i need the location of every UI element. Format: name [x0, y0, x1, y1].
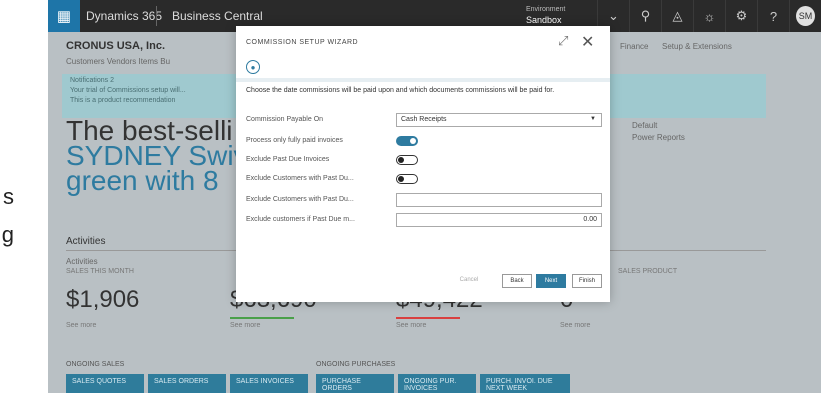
field-label: Commission Payable On	[246, 116, 324, 123]
dialog-title: COMMISSION SETUP WIZARD	[246, 39, 359, 46]
check-item[interactable]: Default	[632, 120, 685, 132]
tile-value[interactable]: $1,906	[66, 286, 139, 314]
cue-sales-invoices[interactable]: SALES INVOICES	[230, 374, 308, 393]
commission-payable-on-select[interactable]: Cash Receipts ▼	[396, 113, 602, 127]
back-button[interactable]: Back	[502, 274, 532, 288]
document-fragment: s g	[0, 0, 50, 393]
exclude-customers-past-due-toggle[interactable]	[396, 174, 418, 184]
business-central-window: ▦ Dynamics 365 Business Central Environm…	[48, 0, 821, 393]
nav-setup-extensions[interactable]: Setup & Extensions	[662, 42, 732, 51]
tile-label: SALES THIS MONTH	[66, 268, 134, 275]
search-icon[interactable]: ⚲	[629, 0, 661, 32]
next-button[interactable]: Next	[536, 274, 566, 288]
top-actions: ⌄ ⚲ ◬ ☼ ⚙ ? SM	[597, 0, 821, 32]
field-exclude-customers-past-due-input: Exclude Customers with Past Du...	[246, 193, 602, 207]
headline: The best-selli SYDNEY Swiv green with 8	[66, 117, 248, 196]
check-item[interactable]: Power Reports	[632, 132, 685, 144]
bell-icon[interactable]: ◬	[661, 0, 693, 32]
close-icon[interactable]: ✕	[581, 32, 594, 52]
dialog-buttons: Cancel Back Next Finish	[236, 274, 610, 288]
select-value: Cash Receipts	[401, 116, 447, 123]
cue-sales-orders[interactable]: SALES ORDERS	[148, 374, 226, 393]
ongoing-purchases-label: ONGOING PURCHASES	[316, 361, 396, 368]
commission-setup-wizard-dialog: COMMISSION SETUP WIZARD ⤢ ✕ ● Choose the…	[236, 26, 610, 302]
field-label: Process only fully paid invoices	[246, 137, 343, 144]
tile-status-bar	[230, 317, 294, 319]
lightbulb-icon: ●	[246, 60, 260, 74]
field-commission-payable-on: Commission Payable On Cash Receipts ▼	[246, 113, 602, 127]
cue-purchase-orders[interactable]: PURCHASE ORDERS	[316, 374, 394, 393]
expand-icon[interactable]: ⤢	[558, 33, 568, 49]
cue-ongoing-purchase-invoices[interactable]: ONGOING PUR. INVOICES	[398, 374, 476, 393]
field-label: Exclude Customers with Past Du...	[246, 196, 354, 203]
app-launcher-icon[interactable]: ▦	[48, 0, 80, 32]
tile-label: SALES PRODUCT	[618, 268, 678, 275]
field-label: Exclude Customers with Past Du...	[246, 175, 354, 182]
headline-line: green with 8	[66, 165, 219, 196]
field-exclude-customers-past-due-months: Exclude customers if Past Due m... 0.00	[246, 213, 602, 227]
help-icon[interactable]: ?	[757, 0, 789, 32]
chevron-down-icon: ▼	[590, 116, 596, 122]
environment-value: Sandbox	[526, 15, 562, 25]
brand[interactable]: Dynamics 365	[86, 9, 162, 23]
user-icon[interactable]: SM	[789, 0, 821, 32]
tile-see-more[interactable]: See more	[66, 322, 96, 329]
doc-text-2: g	[1, 222, 14, 247]
lightbulb-icon[interactable]: ☼	[693, 0, 725, 32]
cancel-button[interactable]: Cancel	[454, 274, 484, 288]
doc-text-1: s	[3, 184, 14, 209]
exclude-past-due-invoices-toggle[interactable]	[396, 155, 418, 165]
field-label: Exclude customers if Past Due m...	[246, 216, 355, 223]
activities-subtitle: Activities	[66, 257, 98, 266]
product-name: Business Central	[172, 9, 263, 23]
finish-button[interactable]: Finish	[572, 274, 602, 288]
environment-indicator[interactable]: Environment Sandbox	[526, 4, 565, 26]
cue-purchase-invoices-due[interactable]: PURCH. INVOI. DUE NEXT WEEK	[480, 374, 570, 393]
company-name[interactable]: CRONUS USA, Inc.	[66, 40, 165, 52]
tile-see-more[interactable]: See more	[230, 322, 260, 329]
tile-see-more[interactable]: See more	[560, 322, 590, 329]
screenshot: s g ▦ Dynamics 365 Business Central Envi…	[0, 0, 821, 393]
environment-label: Environment	[526, 6, 566, 13]
field-label: Exclude Past Due Invoices	[246, 156, 330, 163]
role-center-nav[interactable]: Customers Vendors Items Bu	[66, 57, 170, 66]
activities-title: Activities	[66, 236, 106, 247]
gear-icon[interactable]: ⚙	[725, 0, 757, 32]
field-exclude-past-due-invoices: Exclude Past Due Invoices	[246, 153, 602, 167]
process-fully-paid-toggle[interactable]	[396, 136, 418, 146]
nav-finance[interactable]: Finance	[620, 42, 648, 51]
tile-status-bar	[396, 317, 460, 319]
side-checks: Default Power Reports	[632, 120, 685, 144]
exclude-customers-past-due-input[interactable]	[396, 193, 602, 207]
cue-sales-quotes[interactable]: SALES QUOTES	[66, 374, 144, 393]
exclude-customers-past-due-months-input[interactable]: 0.00	[396, 213, 602, 227]
field-exclude-customers-past-due-toggle: Exclude Customers with Past Du...	[246, 172, 602, 186]
avatar: SM	[796, 6, 815, 26]
tile-see-more[interactable]: See more	[396, 322, 426, 329]
dialog-instruction: Choose the date commissions will be paid…	[246, 87, 555, 94]
field-process-fully-paid: Process only fully paid invoices	[246, 134, 602, 148]
brand-divider	[156, 6, 157, 26]
dialog-divider	[236, 78, 610, 82]
ongoing-sales-label: ONGOING SALES	[66, 361, 125, 368]
